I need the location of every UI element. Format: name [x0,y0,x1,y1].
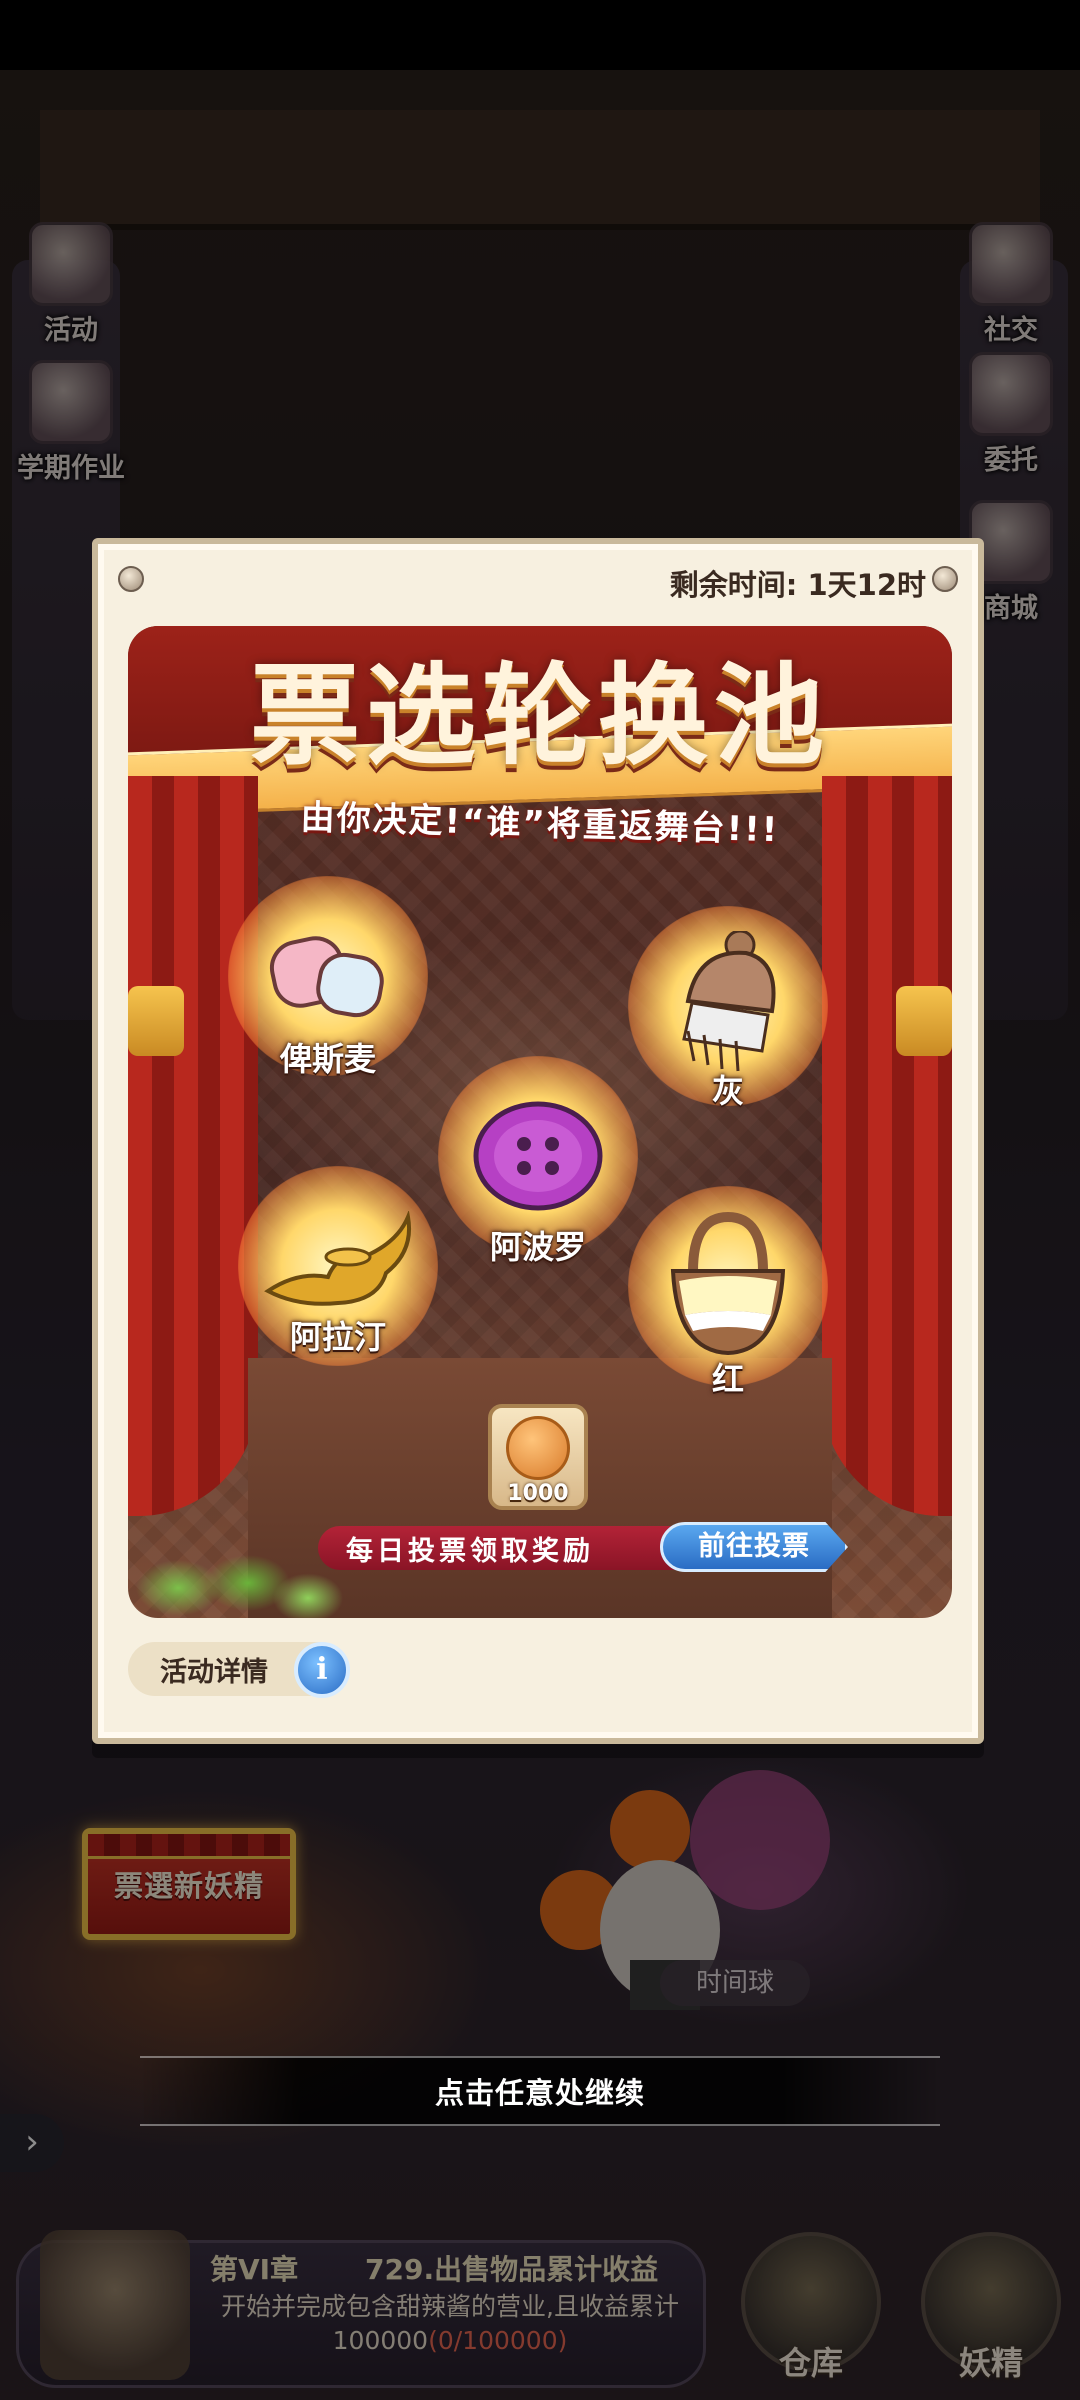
vote-cost-item: 1000 [488,1404,588,1510]
candidate-apollo[interactable]: 阿波罗 [438,1056,638,1266]
page-title: 票选轮换池 [250,652,830,780]
marshmallow-icon [269,936,384,1018]
knit-hat-comb-icon [682,931,776,1072]
leaf-decoration [128,1528,348,1618]
curtain-tie [128,986,184,1056]
screw-decoration [932,566,958,592]
curtain-left [128,776,258,1516]
info-icon[interactable]: i [294,1642,350,1698]
candidate-aladdin[interactable]: 阿拉汀 [238,1166,438,1366]
screw-decoration [118,566,144,592]
purple-button-icon [473,1101,603,1211]
candidate-hong[interactable]: 红 [628,1186,828,1398]
candidate-bismarck[interactable]: 俾斯麦 [228,876,428,1078]
go-vote-button[interactable]: 前往投票 [660,1522,848,1572]
magic-lamp-icon [264,1211,411,1306]
vote-pool-modal: 剩余时间: 1天12时 票选轮换池 由你决定!“谁”将重返舞台!!! 俾斯麦 灰… [92,538,984,1744]
curtain-right [822,776,952,1516]
daily-vote-reward-bar: 每日投票领取奖励 前往投票 [318,1522,848,1572]
event-poster: 票选轮换池 由你决定!“谁”将重返舞台!!! 俾斯麦 灰 阿波罗 阿拉汀 红 1… [128,626,952,1618]
candidate-hui[interactable]: 灰 [628,906,828,1110]
crown-coin-icon [506,1416,570,1480]
curtain-tie [896,986,952,1056]
remaining-time: 剩余时间: 1天12时 [669,568,926,602]
basket-icon [670,1211,786,1356]
tap-to-continue-bar[interactable]: 点击任意处继续 [140,2056,940,2126]
